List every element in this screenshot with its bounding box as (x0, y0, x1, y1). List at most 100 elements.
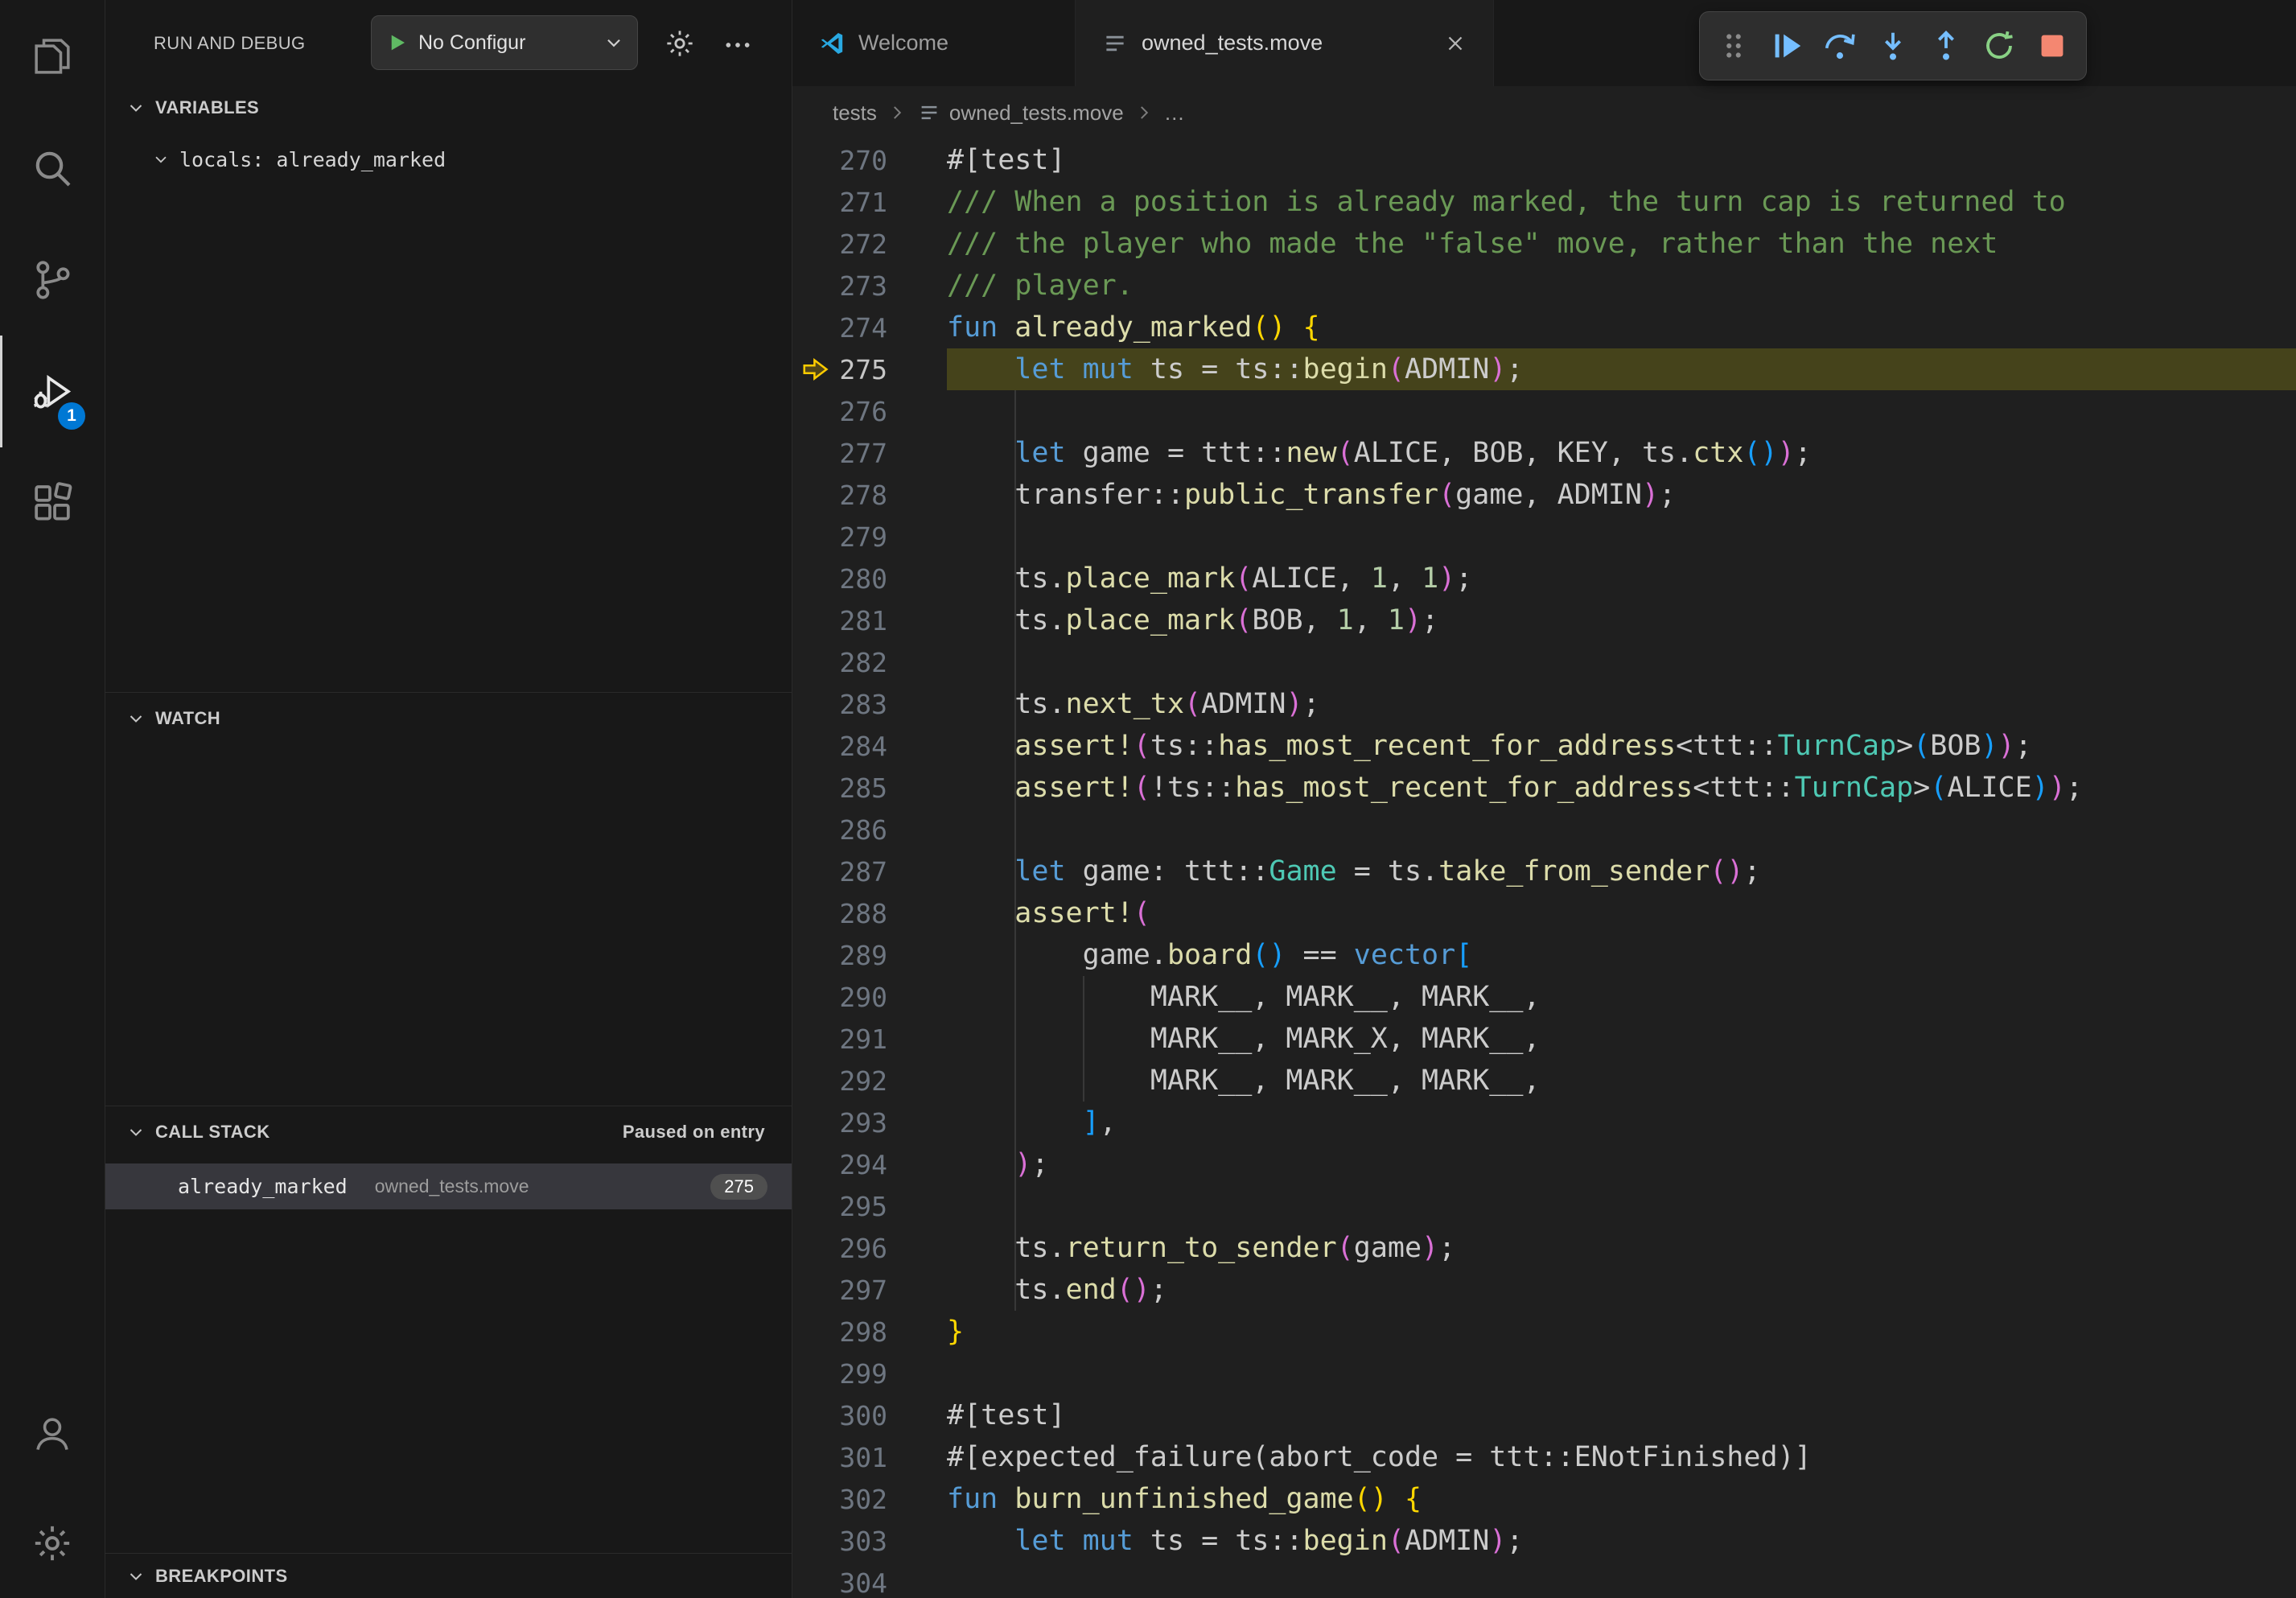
step-out-button[interactable] (1920, 20, 1972, 72)
gutter[interactable]: 283 (792, 683, 947, 725)
gutter[interactable]: 301 (792, 1436, 947, 1478)
code-line-272[interactable]: 272/// the player who made the "false" m… (792, 223, 2296, 265)
more-actions-icon[interactable] (722, 29, 754, 61)
activity-item-source-control[interactable] (0, 224, 105, 336)
code-line-292[interactable]: 292 MARK__, MARK__, MARK__, (792, 1060, 2296, 1102)
code-line-282[interactable]: 282 (792, 641, 2296, 683)
code-line-277[interactable]: 277 let game = ttt::new(ALICE, BOB, KEY,… (792, 432, 2296, 474)
activity-item-search[interactable] (0, 112, 105, 224)
code-line-281[interactable]: 281 ts.place_mark(BOB, 1, 1); (792, 599, 2296, 641)
gutter[interactable]: 281 (792, 599, 947, 641)
gutter[interactable]: 303 (792, 1520, 947, 1562)
gutter[interactable]: 288 (792, 892, 947, 934)
code-line-283[interactable]: 283 ts.next_tx(ADMIN); (792, 683, 2296, 725)
code-line-278[interactable]: 278 transfer::public_transfer(game, ADMI… (792, 474, 2296, 516)
stop-button[interactable] (2026, 20, 2078, 72)
gutter[interactable]: 280 (792, 558, 947, 599)
gutter[interactable]: 285 (792, 767, 947, 809)
tab-welcome[interactable]: Welcome (792, 0, 1076, 86)
section-header-call-stack[interactable]: CALL STACK Paused on entry (105, 1106, 792, 1157)
gutter[interactable]: 296 (792, 1227, 947, 1269)
section-header-variables[interactable]: VARIABLES (105, 83, 792, 133)
code-line-301[interactable]: 301#[expected_failure(abort_code = ttt::… (792, 1436, 2296, 1478)
code-line-273[interactable]: 273/// player. (792, 265, 2296, 307)
gutter[interactable]: 274 (792, 307, 947, 348)
code-line-291[interactable]: 291 MARK__, MARK_X, MARK__, (792, 1018, 2296, 1060)
breadcrumb-item[interactable]: … (1164, 101, 1185, 126)
code-line-270[interactable]: 270#[test] (792, 139, 2296, 181)
gutter[interactable]: 286 (792, 809, 947, 850)
code-line-286[interactable]: 286 (792, 809, 2296, 850)
drag-handle-button[interactable] (1708, 20, 1759, 72)
gutter[interactable]: 272 (792, 223, 947, 265)
code-line-275[interactable]: 275 let mut ts = ts::begin(ADMIN); (792, 348, 2296, 390)
restart-button[interactable] (1973, 20, 2025, 72)
activity-item-explorer[interactable] (0, 0, 105, 112)
code-line-298[interactable]: 298} (792, 1311, 2296, 1353)
tab-owned_tests-move[interactable]: owned_tests.move (1076, 0, 1494, 86)
gutter[interactable]: 300 (792, 1394, 947, 1436)
code-line-285[interactable]: 285 assert!(!ts::has_most_recent_for_add… (792, 767, 2296, 809)
code-line-297[interactable]: 297 ts.end(); (792, 1269, 2296, 1311)
gutter[interactable]: 293 (792, 1102, 947, 1143)
code-line-280[interactable]: 280 ts.place_mark(ALICE, 1, 1); (792, 558, 2296, 599)
gutter[interactable]: 287 (792, 850, 947, 892)
code-line-302[interactable]: 302fun burn_unfinished_game() { (792, 1478, 2296, 1520)
gutter[interactable]: 278 (792, 474, 947, 516)
code-line-294[interactable]: 294 ); (792, 1143, 2296, 1185)
activity-item-settings[interactable] (0, 1489, 105, 1598)
start-debugging-icon[interactable] (385, 31, 409, 55)
activity-item-account[interactable] (0, 1379, 105, 1489)
code-line-288[interactable]: 288 assert!( (792, 892, 2296, 934)
gutter[interactable]: 273 (792, 265, 947, 307)
breadcrumb-item[interactable]: tests (833, 101, 877, 126)
code-line-276[interactable]: 276 (792, 390, 2296, 432)
code-line-295[interactable]: 295 (792, 1185, 2296, 1227)
gear-icon[interactable] (664, 27, 696, 60)
gutter[interactable]: 275 (792, 348, 947, 390)
code-line-284[interactable]: 284 assert!(ts::has_most_recent_for_addr… (792, 725, 2296, 767)
code-line-290[interactable]: 290 MARK__, MARK__, MARK__, (792, 976, 2296, 1018)
code-line-271[interactable]: 271/// When a position is already marked… (792, 181, 2296, 223)
code-line-287[interactable]: 287 let game: ttt::Game = ts.take_from_s… (792, 850, 2296, 892)
code-line-289[interactable]: 289 game.board() == vector[ (792, 934, 2296, 976)
code-line-300[interactable]: 300#[test] (792, 1394, 2296, 1436)
gutter[interactable]: 292 (792, 1060, 947, 1102)
code-line-293[interactable]: 293 ], (792, 1102, 2296, 1143)
gutter[interactable]: 295 (792, 1185, 947, 1227)
debug-config-dropdown[interactable]: No Configur (371, 15, 638, 70)
gutter[interactable]: 284 (792, 725, 947, 767)
gutter[interactable]: 270 (792, 139, 947, 181)
section-header-breakpoints[interactable]: BREAKPOINTS (105, 1553, 792, 1598)
activity-item-run-and-debug[interactable]: 1 (0, 336, 105, 447)
gutter[interactable]: 277 (792, 432, 947, 474)
gutter[interactable]: 297 (792, 1269, 947, 1311)
gutter[interactable]: 290 (792, 976, 947, 1018)
gutter[interactable]: 294 (792, 1143, 947, 1185)
close-icon[interactable] (1443, 31, 1467, 56)
section-header-watch[interactable]: WATCH (105, 692, 792, 743)
code-line-299[interactable]: 299 (792, 1353, 2296, 1394)
activity-item-extensions[interactable] (0, 447, 105, 559)
code-line-279[interactable]: 279 (792, 516, 2296, 558)
gutter[interactable]: 282 (792, 641, 947, 683)
gutter[interactable]: 276 (792, 390, 947, 432)
code-line-296[interactable]: 296 ts.return_to_sender(game); (792, 1227, 2296, 1269)
gutter[interactable]: 302 (792, 1478, 947, 1520)
gutter[interactable]: 298 (792, 1311, 947, 1353)
gutter[interactable]: 279 (792, 516, 947, 558)
call-stack-frame[interactable]: already_markedowned_tests.move275 (105, 1163, 792, 1209)
gutter[interactable]: 291 (792, 1018, 947, 1060)
gutter[interactable]: 271 (792, 181, 947, 223)
breadcrumb-item[interactable]: owned_tests.move (917, 101, 1124, 126)
step-into-button[interactable] (1867, 20, 1919, 72)
gutter[interactable]: 299 (792, 1353, 947, 1394)
variables-scope-row[interactable]: locals: already_marked (105, 137, 792, 182)
gutter[interactable]: 304 (792, 1562, 947, 1598)
code-line-304[interactable]: 304 (792, 1562, 2296, 1598)
gutter[interactable]: 289 (792, 934, 947, 976)
step-over-button[interactable] (1814, 20, 1866, 72)
continue-button[interactable] (1761, 20, 1813, 72)
code-line-274[interactable]: 274fun already_marked() { (792, 307, 2296, 348)
code-line-303[interactable]: 303 let mut ts = ts::begin(ADMIN); (792, 1520, 2296, 1562)
